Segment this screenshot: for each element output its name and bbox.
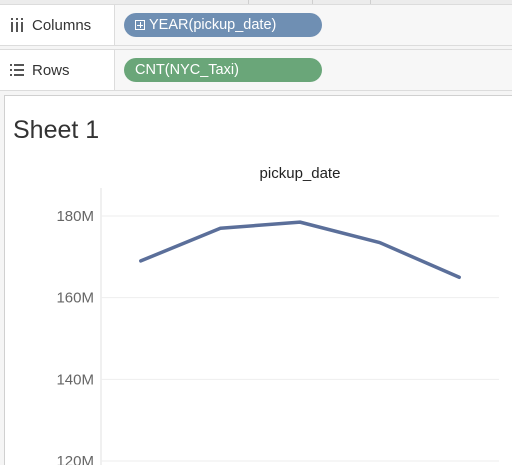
y-tick-label: 120M [56, 453, 94, 465]
columns-label: Columns [32, 17, 91, 34]
pill-label: YEAR(pickup_date) [149, 17, 276, 33]
rows-shelf-label: Rows [0, 50, 115, 90]
rows-shelf: Rows CNT(NYC_Taxi) [0, 49, 512, 91]
y-tick-label: 180M [56, 208, 94, 225]
rows-drop-area[interactable]: CNT(NYC_Taxi) [115, 50, 512, 90]
cnt-nyc-taxi-pill[interactable]: CNT(NYC_Taxi) [124, 58, 322, 82]
count-line-series [141, 222, 459, 277]
columns-icon [10, 18, 32, 32]
columns-drop-area[interactable]: YEAR(pickup_date) [115, 5, 512, 45]
columns-shelf-label: Columns [0, 5, 115, 45]
line-chart: 180M 160M 140M 120M pickup_date [5, 96, 512, 465]
expand-icon[interactable] [135, 20, 145, 30]
worksheet: Sheet 1 180M160M140M120Mpickup_date [4, 95, 512, 465]
rows-icon [10, 64, 32, 76]
pill-label: CNT(NYC_Taxi) [135, 62, 239, 78]
rows-label: Rows [32, 62, 70, 79]
y-tick-label: 140M [56, 371, 94, 388]
year-pickup-date-pill[interactable]: YEAR(pickup_date) [124, 13, 322, 37]
columns-shelf: Columns YEAR(pickup_date) [0, 4, 512, 46]
y-tick-label: 160M [56, 290, 94, 307]
chart-title: pickup_date [260, 165, 341, 182]
